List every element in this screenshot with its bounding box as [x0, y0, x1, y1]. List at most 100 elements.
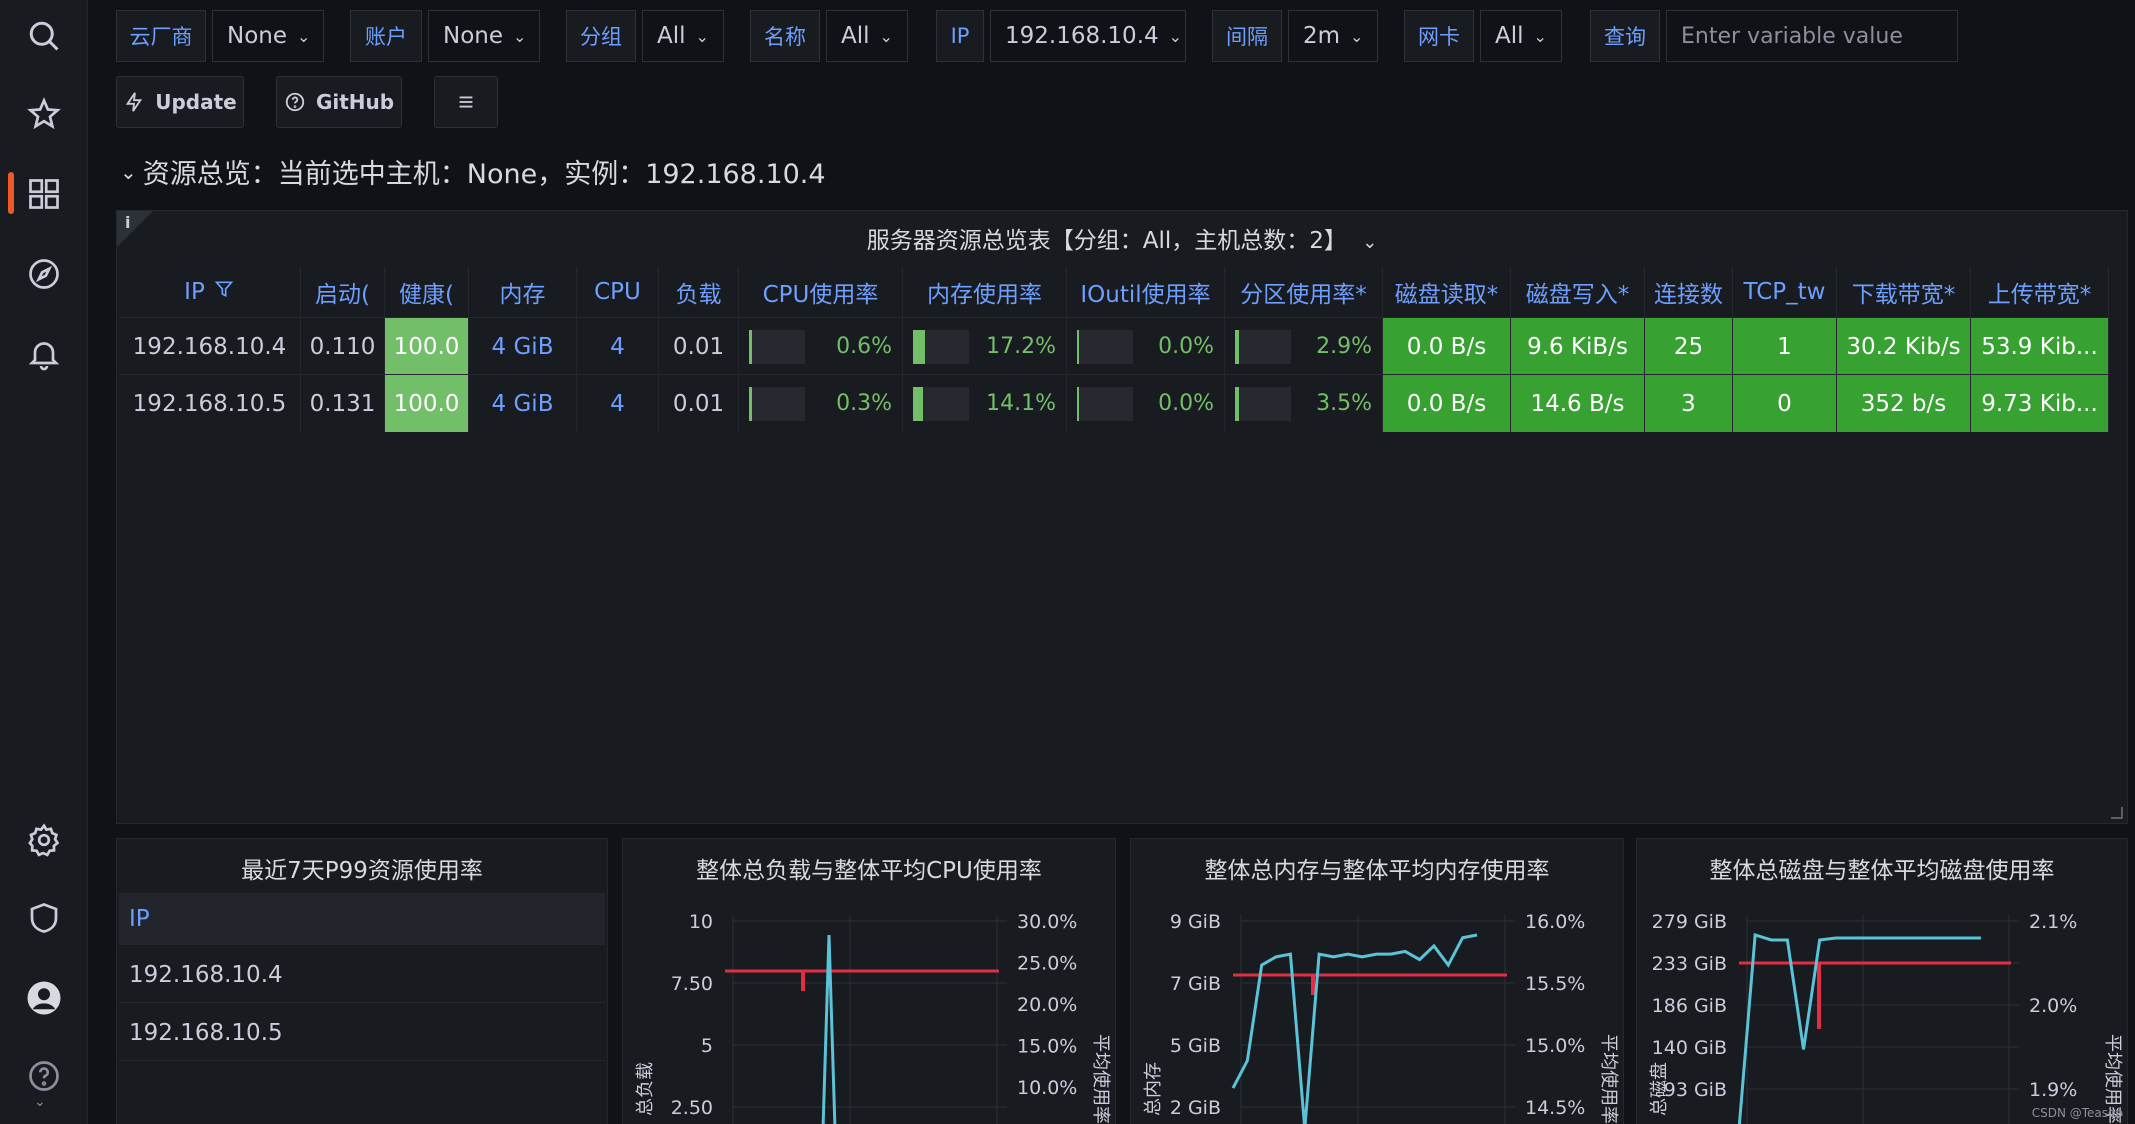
- variable-label-nic: 网卡: [1404, 10, 1474, 62]
- variable-label-cloud: 云厂商: [116, 10, 206, 62]
- y-tick-label: 2.50: [671, 1097, 713, 1119]
- bell-icon[interactable]: [22, 332, 66, 376]
- chevron-down-icon: ⌄: [1533, 26, 1547, 46]
- column-header[interactable]: 磁盘写入*: [1511, 267, 1645, 317]
- variable-label-name: 名称: [750, 10, 820, 62]
- table-title[interactable]: 服务器资源总览表【分组：All，主机总数：2】 ⌄: [117, 221, 2127, 255]
- search-icon[interactable]: [22, 14, 66, 58]
- resize-handle[interactable]: [2111, 807, 2123, 819]
- list-item[interactable]: 192.168.10.4: [119, 947, 605, 1003]
- column-header[interactable]: 启动(: [301, 267, 385, 317]
- active-indicator: [8, 172, 14, 214]
- y-axis-title: 总磁盘: [1649, 1062, 1670, 1116]
- table-cell-up: 9.73 Kib...: [1971, 375, 2109, 432]
- table-cell-conn: 25: [1645, 318, 1733, 375]
- query-input[interactable]: Enter variable value: [1666, 10, 1958, 62]
- table-cell-up: 53.9 Kib...: [1971, 318, 2109, 375]
- y-right-tick-label: 1.9%: [2029, 1079, 2077, 1101]
- series-line-total: [821, 934, 837, 1124]
- table-cell-mem-use: 14.1%: [903, 375, 1067, 432]
- list-item[interactable]: 192.168.10.5: [119, 1005, 605, 1061]
- star-icon[interactable]: [22, 92, 66, 136]
- column-header[interactable]: 内存使用率: [903, 267, 1067, 317]
- variable-select-group[interactable]: All ⌄: [642, 10, 724, 62]
- help-icon[interactable]: [22, 1054, 66, 1098]
- column-header[interactable]: IOutil使用率: [1067, 267, 1225, 317]
- column-header[interactable]: 下载带宽*: [1837, 267, 1971, 317]
- resource-table-panel: i 服务器资源总览表【分组：All，主机总数：2】 ⌄ IP 启动(健康(内存 CP…: [116, 210, 2128, 824]
- memory-chart-panel: 整体总内存与整体平均内存使用率 9 GiB 7 GiB 5 GiB 2 GiB 16.0…: [1130, 838, 1624, 1124]
- column-header[interactable]: 内存: [469, 267, 577, 317]
- github-button[interactable]: GitHub: [276, 76, 402, 128]
- column-header[interactable]: 磁盘读取*: [1383, 267, 1511, 317]
- gauge-track: [913, 329, 969, 364]
- gear-icon[interactable]: [22, 818, 66, 862]
- y-right-tick-label: 25.0%: [1017, 953, 1077, 975]
- y-tick-label: 5: [701, 1035, 713, 1057]
- table-cell-load: 0.01: [659, 375, 739, 432]
- cpu-chart-panel: 整体总负载与整体平均CPU使用率 10 7.50 5 2.50 30.0% 25.0% 20…: [622, 838, 1116, 1124]
- table-header: IP 启动(健康(内存 CPU 负载 CPU使用率 内存使用率 IOutil使用率 分区使用率…: [119, 267, 2109, 317]
- y-right-axis-title: 平均使用率: [1090, 1034, 1111, 1124]
- variable-select-nic[interactable]: All ⌄: [1480, 10, 1562, 62]
- p99-panel: 最近7天P99资源使用率 IP 192.168.10.4 192.168.10.…: [116, 838, 608, 1124]
- update-button[interactable]: Update: [116, 76, 244, 128]
- variable-label-ip: IP: [936, 10, 984, 62]
- column-header[interactable]: CPU使用率: [739, 267, 903, 317]
- chevron-down-icon: ⌄: [120, 159, 137, 184]
- disk-chart-panel: 整体总磁盘与整体平均磁盘使用率 279 GiB 233 GiB 186 GiB 140…: [1636, 838, 2128, 1124]
- hamburger-icon: [459, 96, 473, 108]
- chevron-down-icon: ⌄: [297, 26, 311, 46]
- y-tick-label: 5 GiB: [1170, 1035, 1221, 1057]
- gauge-track: [1235, 386, 1291, 421]
- menu-button[interactable]: [434, 76, 498, 128]
- table-cell-mem: 4 GiB: [469, 375, 577, 432]
- variable-label-interval: 间隔: [1212, 10, 1282, 62]
- filter-icon[interactable]: [213, 279, 235, 305]
- y-right-axis-title: 平均使用率: [1598, 1034, 1619, 1124]
- y-right-tick-label: 30.0%: [1017, 911, 1077, 933]
- y-tick-label: 279 GiB: [1652, 911, 1727, 933]
- variable-select-ip[interactable]: 192.168.10.4 ⌄: [990, 10, 1186, 62]
- table-row[interactable]: 192.168.10.5 0.131 100.0 4 GiB 4 0.01 0.3% 14.1…: [119, 374, 2109, 432]
- variable-label-group: 分组: [566, 10, 636, 62]
- table-cell-load: 0.01: [659, 318, 739, 375]
- gauge-fill: [915, 386, 923, 421]
- chevron-down-icon[interactable]: ⌄: [34, 1094, 46, 1110]
- column-header[interactable]: 上传带宽*: [1971, 267, 2109, 317]
- y-right-tick-label: 2.0%: [2029, 995, 2077, 1017]
- p99-list-header[interactable]: IP: [119, 893, 605, 945]
- lightning-icon: [126, 92, 143, 112]
- column-header[interactable]: 健康(: [385, 267, 469, 317]
- variable-select-name[interactable]: All ⌄: [826, 10, 908, 62]
- variable-select-account[interactable]: None ⌄: [428, 10, 540, 62]
- column-header[interactable]: 连接数: [1645, 267, 1733, 317]
- table-cell-health: 100.0: [385, 318, 469, 375]
- chevron-down-icon: ⌄: [1362, 232, 1378, 253]
- table-cell-uptime: 0.110: [301, 318, 385, 375]
- y-tick-label: 7.50: [671, 973, 713, 995]
- variable-select-cloud[interactable]: None ⌄: [212, 10, 324, 62]
- chevron-down-icon: ⌄: [695, 26, 709, 46]
- table-cell-mem: 4 GiB: [469, 318, 577, 375]
- variable-select-interval[interactable]: 2m ⌄: [1288, 10, 1378, 62]
- dashboards-icon[interactable]: [22, 172, 66, 216]
- explore-icon[interactable]: [22, 252, 66, 296]
- column-header[interactable]: 分区使用率*: [1225, 267, 1383, 317]
- y-right-tick-label: 15.0%: [1525, 1035, 1585, 1057]
- column-header[interactable]: 负载: [659, 267, 739, 317]
- table-cell-part-use: 2.9%: [1225, 318, 1383, 375]
- column-header[interactable]: IP: [119, 267, 301, 317]
- row-title[interactable]: ⌄ 资源总览：当前选中主机：None，实例：192.168.10.4: [120, 152, 826, 191]
- avatar[interactable]: [22, 976, 66, 1020]
- shield-icon[interactable]: [22, 896, 66, 940]
- table-cell-io-use: 0.0%: [1067, 375, 1225, 432]
- watermark: CSDN @Teasop: [2031, 1106, 2123, 1120]
- table-row[interactable]: 192.168.10.4 0.110 100.0 4 GiB 4 0.01 0.6% 17.2…: [119, 317, 2109, 375]
- table-cell-down: 352 b/s: [1837, 375, 1971, 432]
- table-cell-mem-use: 17.2%: [903, 318, 1067, 375]
- table-cell-cpu-use: 0.3%: [739, 375, 903, 432]
- column-header[interactable]: CPU: [577, 267, 659, 317]
- column-header[interactable]: TCP_tw: [1733, 267, 1837, 317]
- table-cell-disk-read: 0.0 B/s: [1383, 375, 1511, 432]
